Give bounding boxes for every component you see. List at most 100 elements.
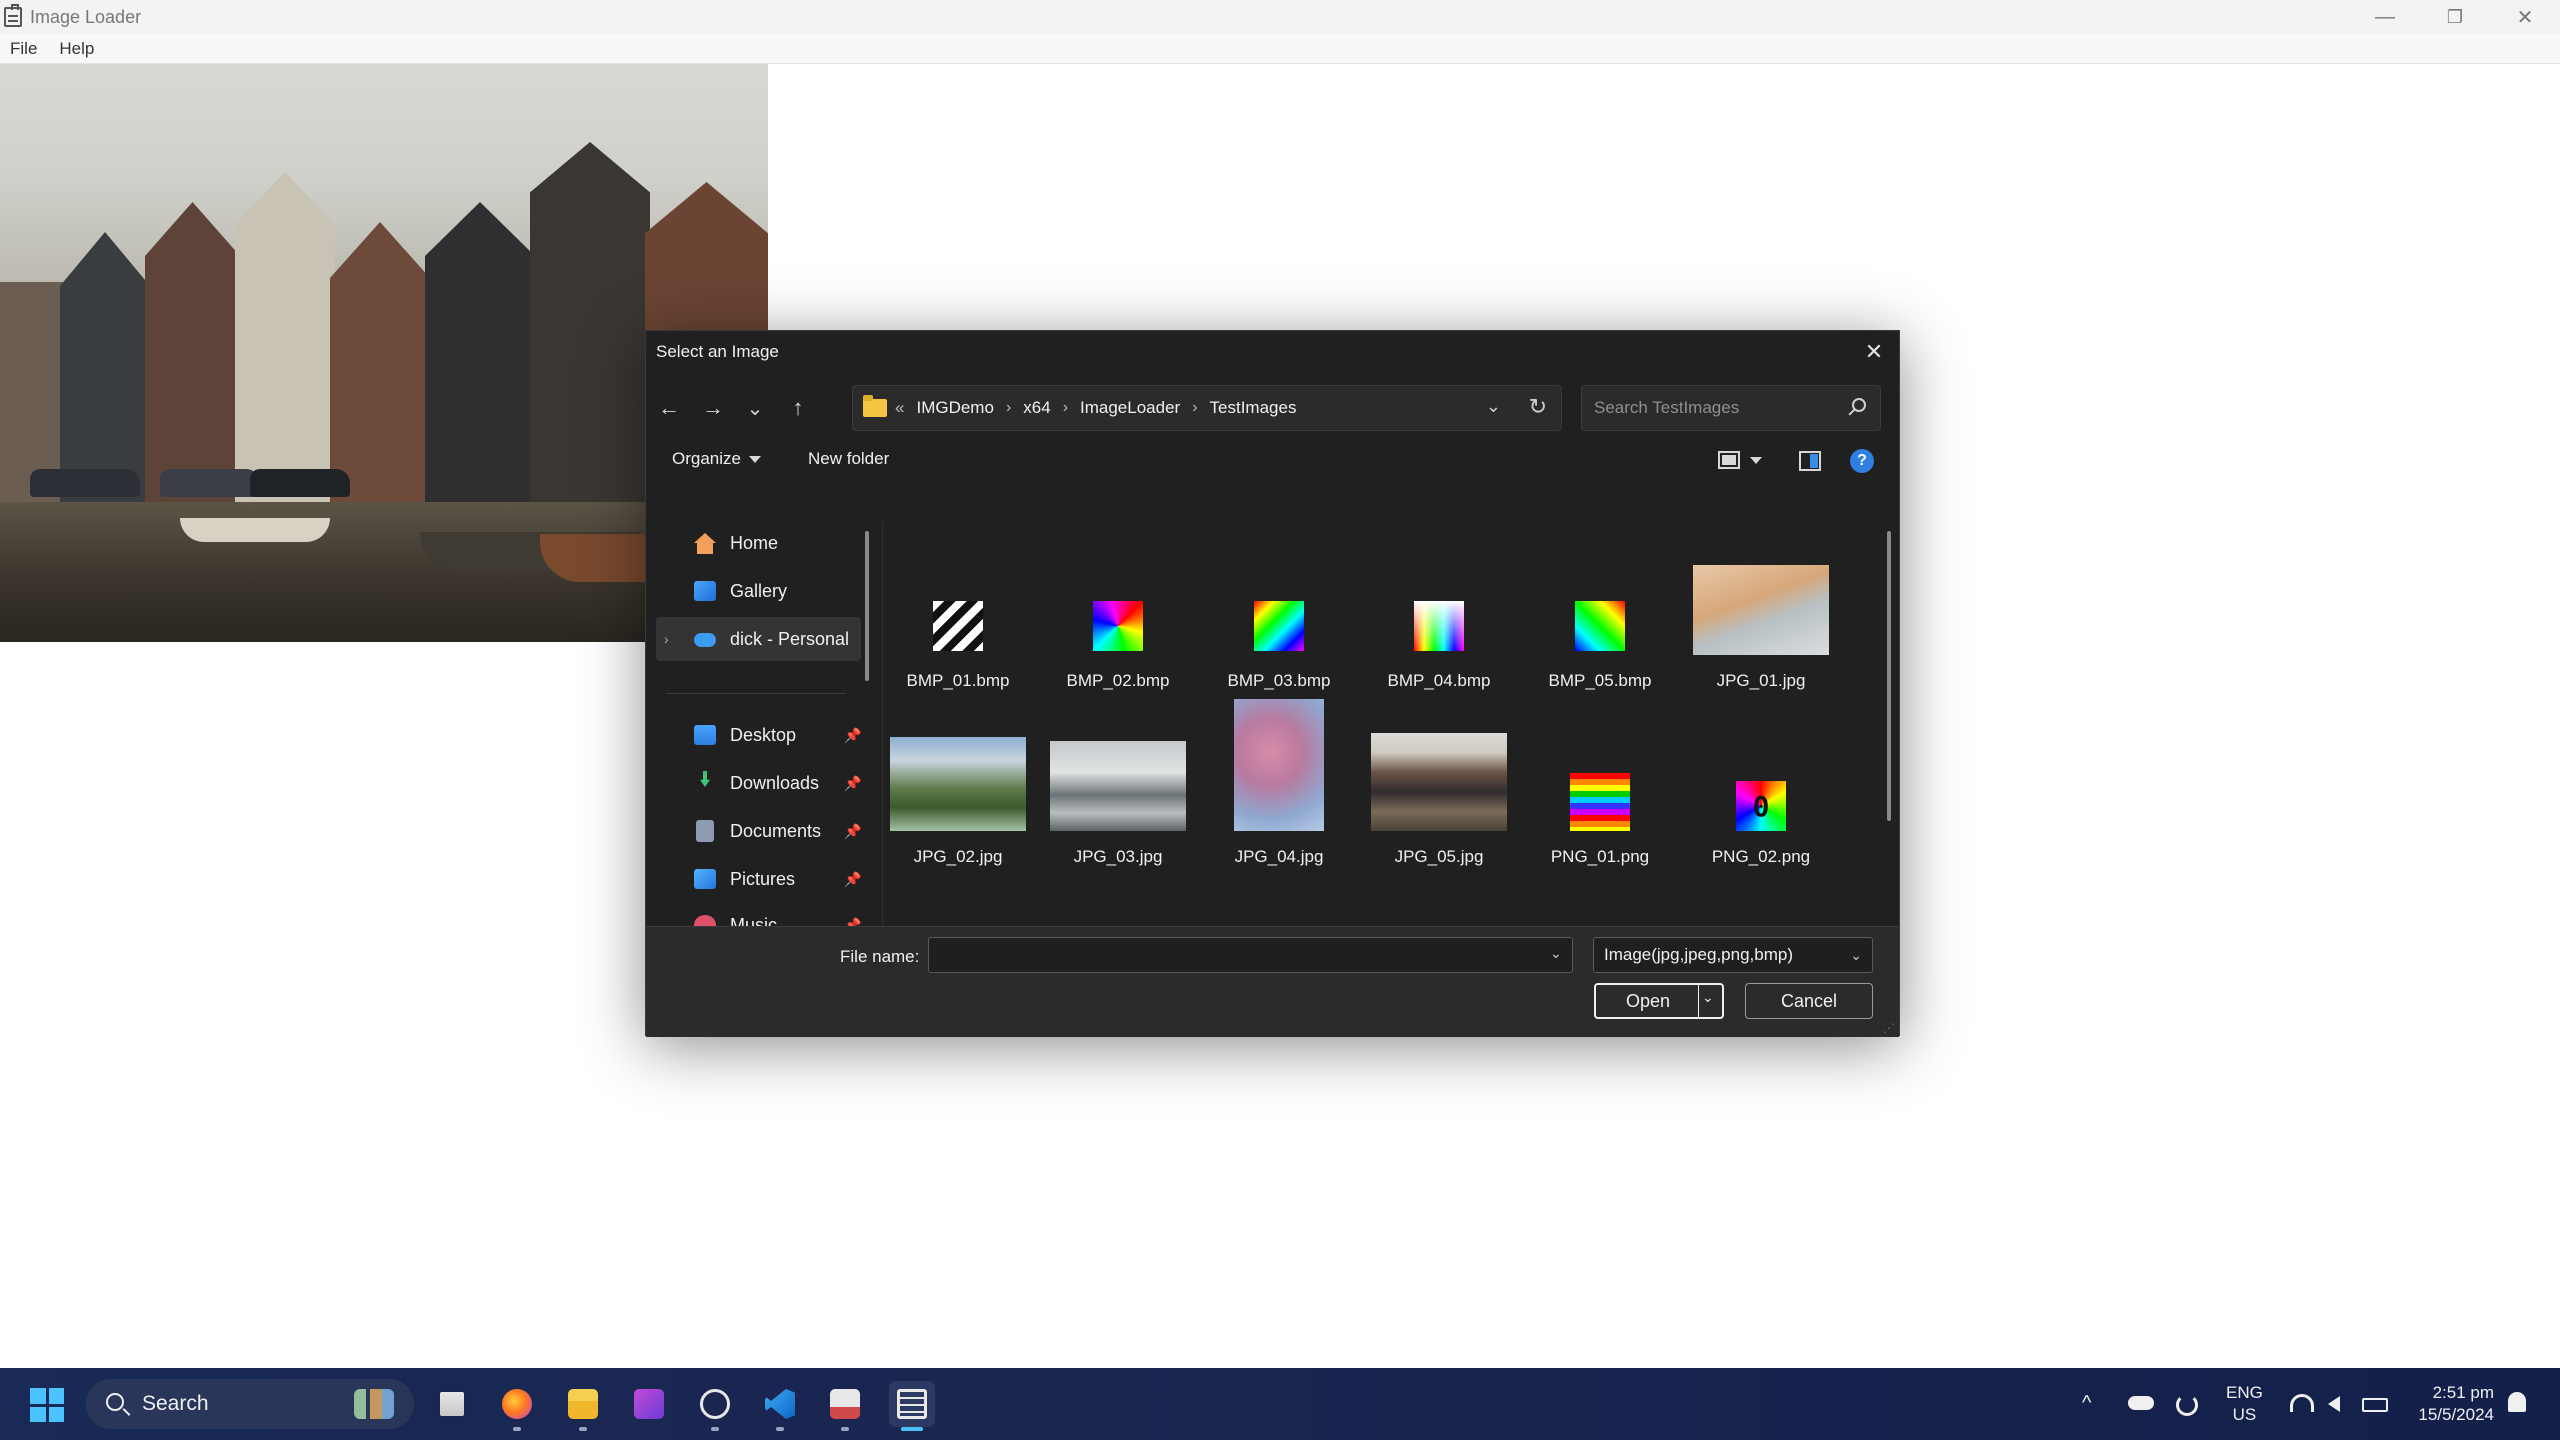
cancel-button[interactable]: Cancel — [1745, 983, 1873, 1019]
file-item-bmp-02[interactable]: BMP_02.bmp — [1043, 531, 1193, 691]
taskbar-app-purple[interactable] — [626, 1381, 672, 1427]
file-name: JPG_02.jpg — [913, 847, 1003, 866]
tray-expand-icon[interactable]: ^ — [2082, 1392, 2091, 1415]
open-file-dialog: Select an Image ✕ ← → ⌄ ↑ « IMGDemo › x6… — [645, 330, 1900, 1037]
chevron-down-icon[interactable]: ⌄ — [1550, 945, 1562, 962]
nav-item-home[interactable]: Home — [656, 521, 861, 565]
up-button[interactable]: ↑ — [781, 393, 815, 423]
caret-down-icon — [1750, 456, 1762, 464]
nav-label-desktop: Desktop — [730, 724, 797, 745]
onedrive-icon[interactable] — [2128, 1396, 2154, 1410]
address-bar[interactable]: « IMGDemo › x64 › ImageLoader › TestImag… — [852, 385, 1562, 431]
taskbar-app-file-explorer[interactable] — [560, 1381, 606, 1431]
nav-item-music[interactable]: Music 📌 — [656, 903, 861, 926]
file-item-jpg-01[interactable]: JPG_01.jpg — [1686, 531, 1836, 691]
file-item-png-02[interactable]: 0 PNG_02.png — [1686, 707, 1836, 867]
file-name: BMP_02.bmp — [1066, 671, 1170, 690]
documents-icon — [696, 820, 714, 842]
breadcrumb-imgdemo[interactable]: IMGDemo — [916, 398, 993, 418]
file-name-input[interactable] — [928, 937, 1573, 973]
pin-icon: 📌 — [844, 870, 862, 887]
minimize-button[interactable]: — — [2350, 0, 2420, 34]
change-view-button[interactable] — [1718, 451, 1762, 469]
file-item-bmp-03[interactable]: BMP_03.bmp — [1204, 531, 1354, 691]
file-thumbnail — [1570, 773, 1630, 831]
input-language[interactable]: ENG US — [2226, 1382, 2263, 1426]
nav-item-pictures[interactable]: Pictures 📌 — [656, 857, 861, 901]
notification-bell-icon[interactable] — [2508, 1392, 2526, 1412]
folder-icon — [863, 395, 887, 417]
recent-locations-button[interactable]: ⌄ — [738, 393, 772, 423]
running-indicator — [841, 1427, 849, 1431]
file-item-jpg-05[interactable]: JPG_05.jpg — [1364, 707, 1514, 867]
taskbar-app-image-loader[interactable] — [889, 1381, 935, 1431]
nav-item-documents[interactable]: Documents 📌 — [656, 809, 861, 853]
close-button[interactable]: ✕ — [2490, 0, 2560, 34]
windows-logo-tile — [30, 1388, 46, 1404]
forward-button[interactable]: → — [696, 393, 730, 423]
caret-down-icon — [748, 455, 761, 463]
nav-item-downloads[interactable]: Downloads 📌 — [656, 761, 861, 805]
organize-button[interactable]: Organize — [672, 449, 761, 469]
wifi-icon[interactable] — [2290, 1394, 2314, 1412]
file-name: JPG_01.jpg — [1716, 671, 1806, 690]
vscode-icon — [765, 1389, 795, 1419]
refresh-icon[interactable]: ↻ — [1529, 394, 1547, 420]
preview-pane-icon[interactable] — [1799, 451, 1821, 471]
menu-file[interactable]: File — [10, 39, 37, 59]
taskbar-search[interactable]: Search — [86, 1379, 414, 1429]
breadcrumb-x64[interactable]: x64 — [1023, 398, 1050, 418]
breadcrumb-imageloader[interactable]: ImageLoader — [1080, 398, 1180, 418]
file-item-jpg-03[interactable]: JPG_03.jpg — [1043, 707, 1193, 867]
nav-item-gallery[interactable]: Gallery — [656, 569, 861, 613]
files-scrollbar[interactable] — [1887, 531, 1891, 821]
menu-help[interactable]: Help — [59, 39, 94, 59]
restore-button[interactable]: ❐ — [2420, 0, 2490, 34]
clock[interactable]: 2:51 pm 15/5/2024 — [2410, 1382, 2494, 1426]
nav-divider — [666, 693, 846, 694]
open-options-chevron-icon[interactable]: ⌄ — [1702, 989, 1714, 1006]
start-button[interactable] — [30, 1388, 64, 1422]
taskbar-app-editor[interactable] — [822, 1381, 868, 1431]
address-overflow-icon[interactable]: « — [895, 398, 904, 418]
app-icon — [634, 1389, 664, 1419]
volume-icon[interactable] — [2328, 1396, 2340, 1412]
file-item-jpg-04[interactable]: JPG_04.jpg — [1204, 699, 1354, 867]
breadcrumb-testimages[interactable]: TestImages — [1210, 398, 1297, 418]
battery-icon[interactable] — [2362, 1398, 2388, 1412]
address-dropdown-icon[interactable]: ⌄ — [1486, 396, 1501, 417]
file-thumbnail — [1254, 601, 1304, 651]
resize-grip-icon[interactable]: ⋰ — [1883, 1021, 1895, 1035]
nav-item-onedrive[interactable]: › dick - Personal — [656, 617, 861, 661]
expand-arrow-icon[interactable]: › — [664, 631, 669, 647]
dialog-close-button[interactable]: ✕ — [1859, 337, 1889, 367]
taskbar-search-label: Search — [142, 1392, 209, 1415]
car — [160, 469, 260, 497]
file-item-bmp-01[interactable]: BMP_01.bmp — [883, 531, 1033, 691]
help-icon[interactable]: ? — [1850, 449, 1874, 473]
new-folder-button[interactable]: New folder — [808, 449, 889, 469]
file-thumbnail — [1693, 565, 1829, 655]
sync-icon[interactable] — [2176, 1394, 2198, 1416]
file-item-png-01[interactable]: PNG_01.png — [1525, 707, 1675, 867]
open-split-divider — [1698, 985, 1699, 1017]
nav-scrollbar[interactable] — [865, 531, 869, 681]
nav-item-desktop[interactable]: Desktop 📌 — [656, 713, 861, 757]
file-item-bmp-04[interactable]: BMP_04.bmp — [1364, 531, 1514, 691]
back-button[interactable]: ← — [652, 393, 686, 423]
view-icon — [1718, 451, 1740, 469]
taskbar-app-firefox[interactable] — [494, 1381, 540, 1431]
file-item-bmp-05[interactable]: BMP_05.bmp — [1525, 531, 1675, 691]
taskbar-app-vscode[interactable] — [757, 1381, 803, 1431]
nav-label-pictures: Pictures — [730, 868, 796, 889]
taskbar-app-chromium[interactable] — [692, 1381, 738, 1431]
pictures-icon — [694, 869, 716, 889]
task-view-button[interactable] — [429, 1381, 475, 1427]
nav-label-music: Music — [730, 914, 778, 927]
gallery-icon — [694, 581, 716, 601]
search-input[interactable]: Search TestImages — [1581, 385, 1881, 431]
file-type-select[interactable]: Image(jpg,jpeg,png,bmp) ⌄ — [1593, 937, 1873, 973]
home-icon-base — [697, 542, 713, 554]
file-item-jpg-02[interactable]: JPG_02.jpg — [883, 707, 1033, 867]
organize-label: Organize — [672, 449, 741, 468]
